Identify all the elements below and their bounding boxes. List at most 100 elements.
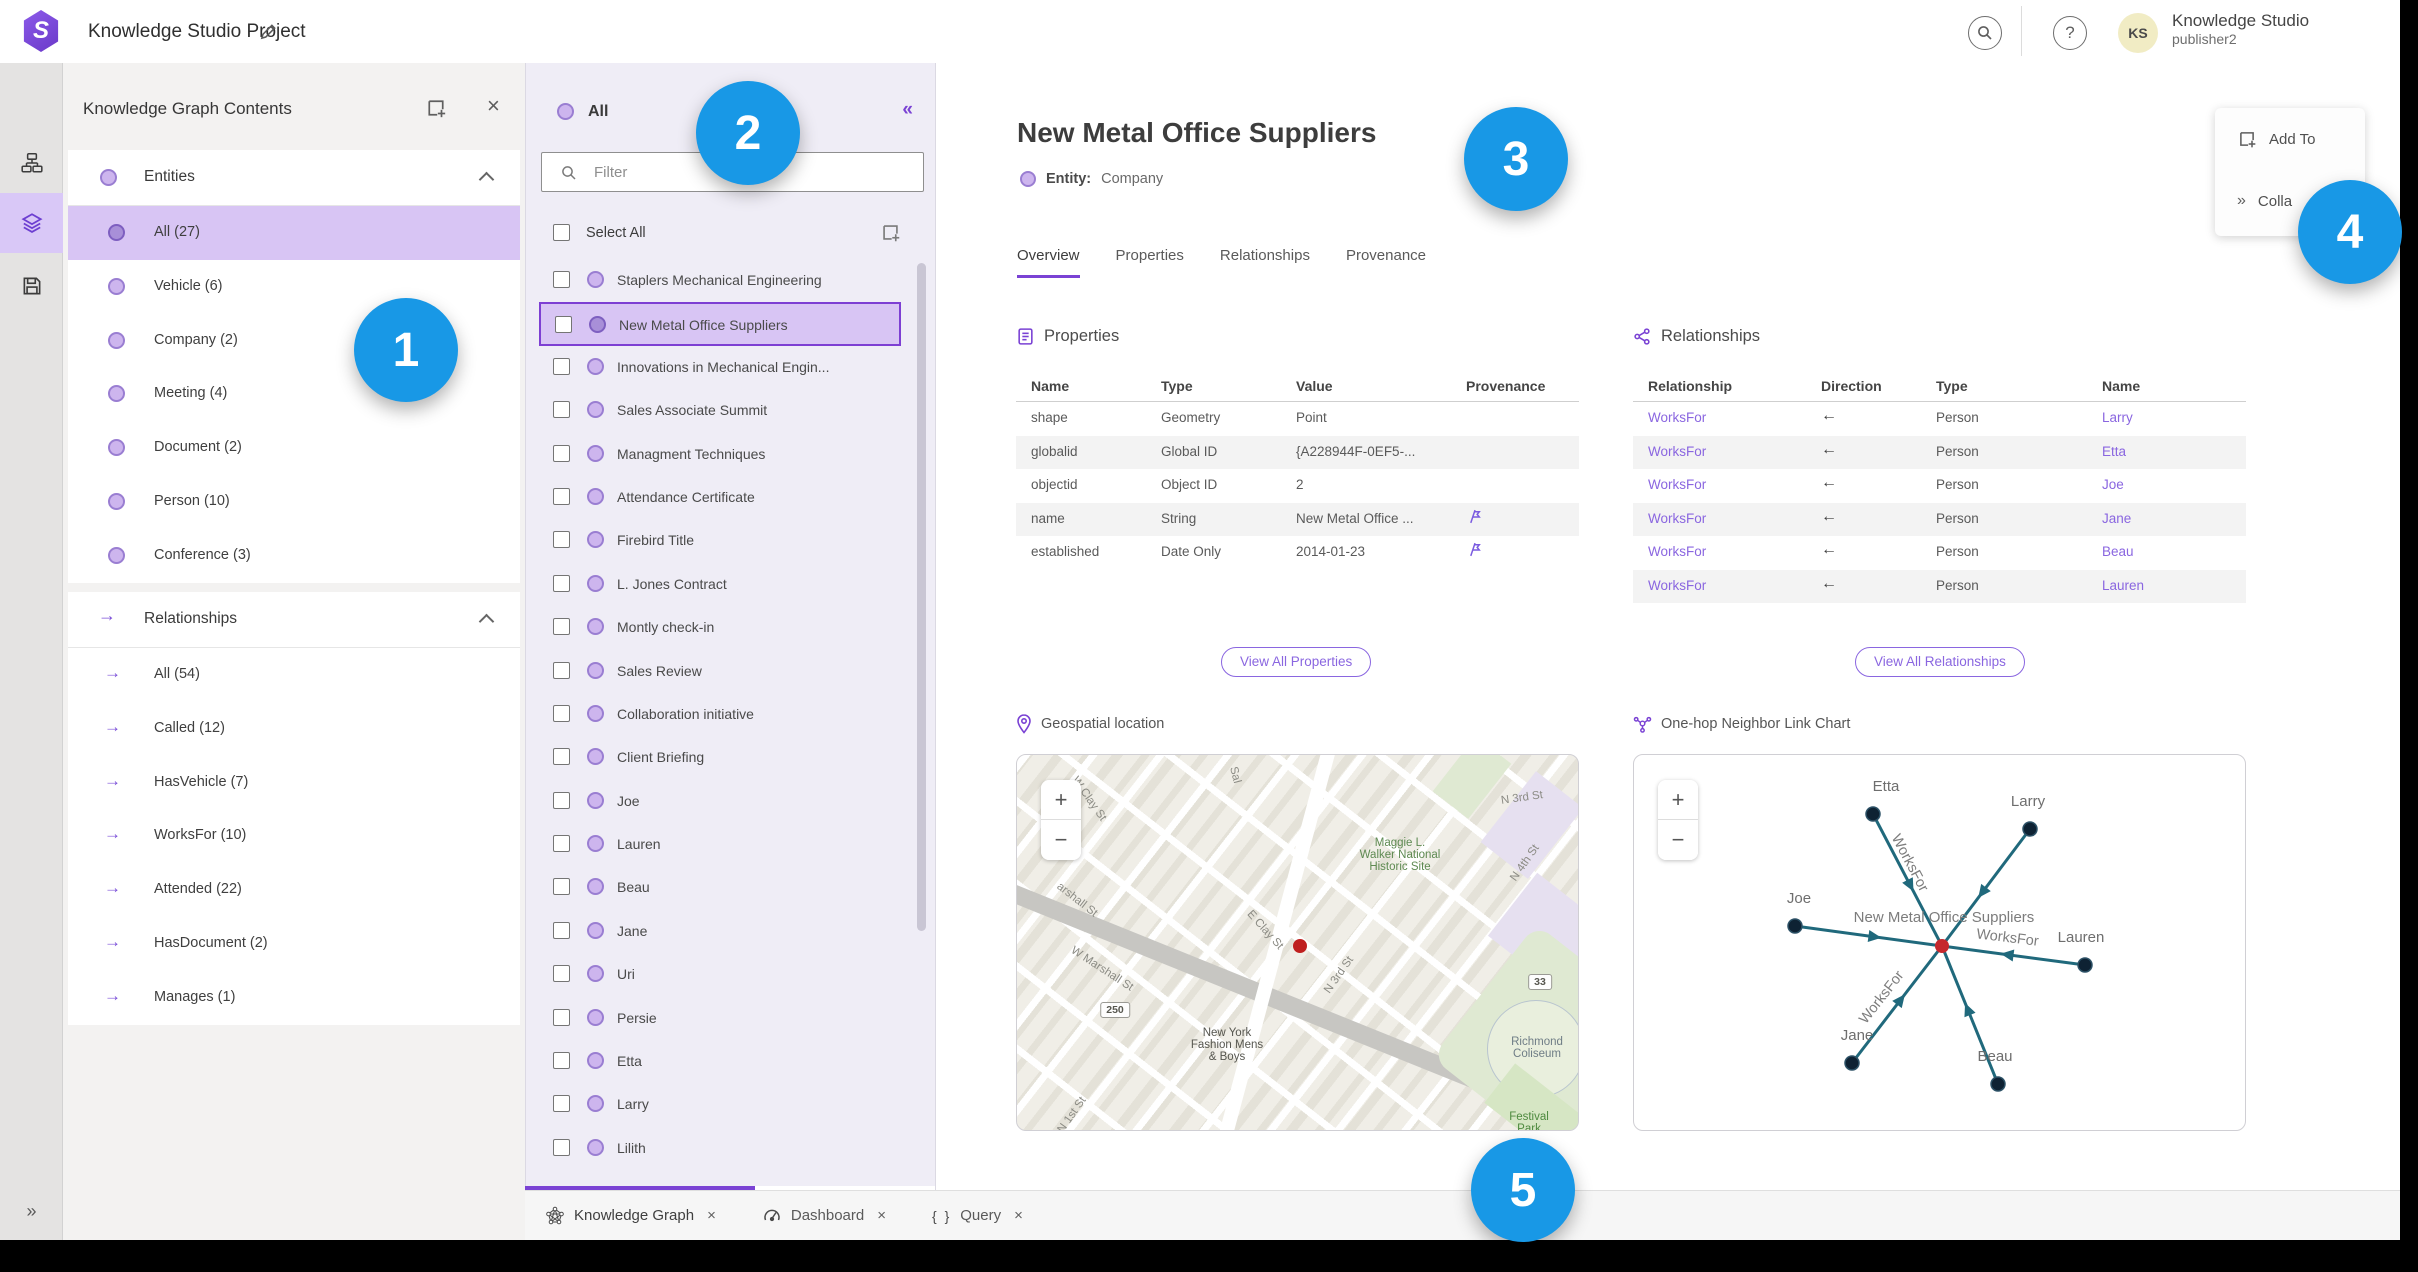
list-item[interactable]: Collaboration initiative	[539, 693, 901, 736]
list-item[interactable]: Sales Associate Summit	[539, 389, 901, 432]
list-item[interactable]: New Metal Office Suppliers	[539, 302, 901, 346]
cell-name-link[interactable]: Etta	[2102, 444, 2126, 459]
user-block[interactable]: Knowledge Studio publisher2	[2172, 10, 2309, 49]
item-checkbox[interactable]	[553, 1138, 570, 1156]
provenance-flag-icon[interactable]	[1466, 508, 1483, 525]
list-item[interactable]: Attendance Certificate	[539, 476, 901, 519]
tab-query[interactable]: { } Query ×	[932, 1207, 1023, 1224]
sidebar-item[interactable]: All (27)	[68, 206, 520, 260]
list-item[interactable]: L. Jones Contract	[539, 563, 901, 606]
list-item[interactable]: Sales Review	[539, 650, 901, 693]
rail-item-contents[interactable]	[0, 193, 63, 253]
rail-item-data-model[interactable]	[0, 133, 63, 193]
chevron-up-icon[interactable]	[478, 613, 495, 630]
zoom-in-button[interactable]: +	[1658, 780, 1698, 820]
select-all-checkbox[interactable]	[553, 224, 570, 241]
chevron-up-icon[interactable]	[478, 171, 495, 188]
zoom-in-button[interactable]: +	[1041, 780, 1081, 820]
list-item[interactable]: Uri	[539, 953, 901, 996]
list-item[interactable]: Larry	[539, 1083, 901, 1126]
cell-name-link[interactable]: Beau	[2102, 544, 2134, 559]
graph-node[interactable]	[1990, 1076, 2006, 1092]
close-panel-icon[interactable]: ×	[487, 93, 500, 119]
sidebar-item[interactable]: Meeting (4)	[68, 367, 520, 421]
zoom-out-button[interactable]: −	[1041, 820, 1081, 860]
item-checkbox[interactable]	[553, 1095, 570, 1113]
section-header-entities[interactable]: Entities	[68, 150, 520, 206]
avatar[interactable]: KS	[2118, 13, 2158, 53]
collapse-panel-icon[interactable]: «	[902, 99, 913, 121]
close-tab-icon[interactable]: ×	[877, 1207, 886, 1224]
sidebar-item[interactable]: → WorksFor (10)	[68, 809, 520, 863]
table-row[interactable]: globalid Global ID {A228944F-0EF5-...	[1016, 435, 1579, 469]
add-to-menu-item[interactable]: Add To	[2215, 122, 2365, 156]
table-row[interactable]: shape Geometry Point	[1016, 402, 1579, 436]
detail-tab-relationships[interactable]: Relationships	[1220, 247, 1310, 278]
sidebar-item[interactable]: Vehicle (6)	[68, 260, 520, 314]
item-checkbox[interactable]	[553, 574, 570, 592]
table-row[interactable]: name String New Metal Office ...	[1016, 502, 1579, 536]
list-item[interactable]: Jane	[539, 910, 901, 953]
cell-relationship-link[interactable]: WorksFor	[1648, 444, 1706, 459]
view-all-relationships-button[interactable]: View All Relationships	[1855, 647, 2025, 677]
graph-node[interactable]	[1787, 918, 1803, 934]
sidebar-item[interactable]: → All (54)	[68, 648, 520, 702]
table-row[interactable]: established Date Only 2014-01-23	[1016, 536, 1579, 570]
item-checkbox[interactable]	[553, 531, 570, 549]
cell-name-link[interactable]: Lauren	[2102, 578, 2144, 593]
sidebar-item[interactable]: Document (2)	[68, 421, 520, 475]
sidebar-item[interactable]: → Called (12)	[68, 702, 520, 756]
zoom-out-button[interactable]: −	[1658, 820, 1698, 860]
cell-name-link[interactable]: Jane	[2102, 511, 2131, 526]
list-item[interactable]: Joe	[539, 780, 901, 823]
item-checkbox[interactable]	[553, 965, 570, 983]
sidebar-item[interactable]: → HasVehicle (7)	[68, 756, 520, 810]
search-button[interactable]	[1968, 16, 2002, 50]
sidebar-item[interactable]: → Attended (22)	[68, 863, 520, 917]
graph-node[interactable]	[2077, 957, 2093, 973]
item-checkbox[interactable]	[553, 1052, 570, 1070]
select-all-row[interactable]: Select All	[526, 215, 935, 251]
detail-tab-properties[interactable]: Properties	[1116, 247, 1184, 278]
list-item[interactable]: Client Briefing	[539, 736, 901, 779]
cell-name-link[interactable]: Joe	[2102, 477, 2124, 492]
close-tab-icon[interactable]: ×	[1014, 1207, 1023, 1224]
view-all-properties-button[interactable]: View All Properties	[1221, 647, 1372, 677]
item-checkbox[interactable]	[555, 316, 572, 334]
item-checkbox[interactable]	[553, 401, 570, 419]
table-row[interactable]: WorksFor ← Person Lauren	[1633, 569, 2246, 603]
provenance-flag-icon[interactable]	[1466, 541, 1483, 558]
add-selection-icon[interactable]	[880, 222, 901, 243]
item-checkbox[interactable]	[553, 618, 570, 636]
tab-dashboard[interactable]: Dashboard ×	[762, 1206, 886, 1226]
item-checkbox[interactable]	[553, 748, 570, 766]
item-checkbox[interactable]	[553, 1008, 570, 1026]
edit-title-icon[interactable]	[258, 22, 278, 42]
sidebar-item[interactable]: Person (10)	[68, 475, 520, 529]
cell-name-link[interactable]: Larry	[2102, 410, 2133, 425]
graph-node[interactable]	[2022, 821, 2038, 837]
table-row[interactable]: WorksFor ← Person Larry	[1633, 402, 2246, 436]
section-header-relationships[interactable]: → Relationships	[68, 592, 520, 648]
tab-knowledge-graph[interactable]: Knowledge Graph ×	[545, 1206, 716, 1226]
table-row[interactable]: objectid Object ID 2	[1016, 469, 1579, 503]
item-checkbox[interactable]	[553, 835, 570, 853]
list-item[interactable]: Managment Techniques	[539, 433, 901, 476]
list-item[interactable]: Innovations in Mechanical Engin...	[539, 346, 901, 389]
cell-relationship-link[interactable]: WorksFor	[1648, 578, 1706, 593]
list-item[interactable]: Persie	[539, 997, 901, 1040]
item-checkbox[interactable]	[553, 444, 570, 462]
graph-node[interactable]	[1844, 1055, 1860, 1071]
item-checkbox[interactable]	[553, 921, 570, 939]
center-node[interactable]	[1935, 939, 1949, 953]
item-checkbox[interactable]	[553, 791, 570, 809]
cell-relationship-link[interactable]: WorksFor	[1648, 477, 1706, 492]
list-item[interactable]: Etta	[539, 1040, 901, 1083]
graph-node[interactable]	[1865, 806, 1881, 822]
detail-tab-provenance[interactable]: Provenance	[1346, 247, 1426, 278]
item-checkbox[interactable]	[553, 704, 570, 722]
list-item[interactable]: Firebird Title	[539, 519, 901, 562]
help-button[interactable]: ?	[2053, 16, 2087, 50]
list-item[interactable]: Montly check-in	[539, 606, 901, 649]
item-checkbox[interactable]	[553, 661, 570, 679]
